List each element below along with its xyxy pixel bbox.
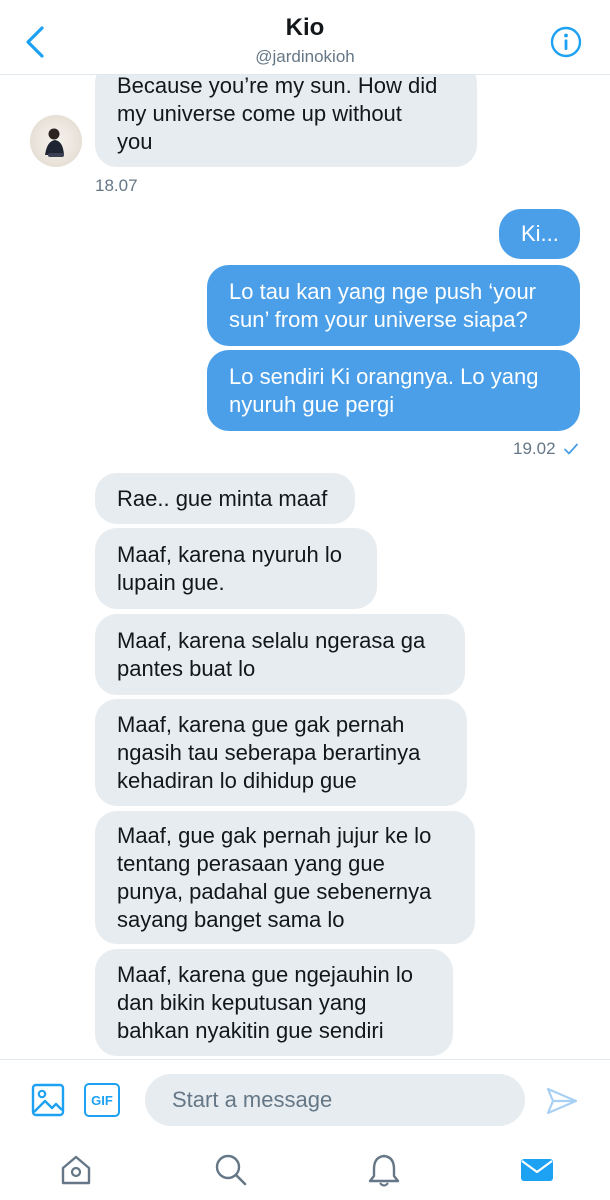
received-message[interactable]: Maaf, karena selalu ngerasa ga pantes bu… [95,614,465,695]
received-message[interactable]: Maaf, karena nyuruh lo lupain gue. [95,528,377,609]
sent-message[interactable]: Lo tau kan yang nge push ‘your sun’ from… [207,265,580,346]
gif-icon: GIF [91,1092,113,1108]
messages-mail-icon [521,1159,553,1181]
sent-message[interactable]: Lo sendiri Ki orangnya. Lo yang nyuruh g… [207,350,580,431]
message-thread[interactable]: Because you’re my sun. How did my univer… [0,75,610,1059]
add-photo-button[interactable] [30,1082,66,1118]
tab-notifications[interactable] [366,1152,402,1188]
sent-message[interactable]: Ki... [499,209,580,259]
avatar[interactable] [30,115,82,167]
send-button[interactable] [545,1086,579,1116]
received-message[interactable]: Maaf, gue gak pernah jujur ke lo tentang… [95,811,475,944]
bottom-tab-bar [0,1140,610,1200]
message-timestamp: 18.07 [95,176,138,195]
home-icon [61,1155,91,1185]
message-input[interactable]: Start a message [145,1074,525,1126]
tab-home[interactable] [58,1152,94,1188]
notifications-bell-icon [368,1154,400,1187]
conversation-header: Kio @jardinokioh [0,0,610,75]
conversation-handle: @jardinokioh [255,47,355,66]
tab-search[interactable] [213,1152,249,1188]
info-circle-icon [550,26,582,58]
tab-messages[interactable] [519,1152,555,1188]
conversation-title: Kio [285,14,325,41]
search-icon [215,1154,247,1186]
avatar-photo [45,128,64,157]
message-timestamp: 19.02 [513,439,556,458]
check-icon [564,443,578,455]
received-message[interactable]: Maaf, karena gue gak pernah ngasih tau s… [95,699,467,806]
send-icon [546,1087,578,1115]
image-icon [31,1083,65,1117]
message-composer: GIF Start a message [0,1059,610,1140]
received-message[interactable]: Rae.. gue minta maaf [95,473,355,524]
received-message[interactable]: Because you’re my sun. How did my univer… [95,75,477,167]
info-button[interactable] [550,26,582,58]
message-input-placeholder: Start a message [172,1087,333,1112]
gif-button[interactable]: GIF [84,1083,120,1117]
received-message[interactable]: Maaf, karena gue ngejauhin lo dan bikin … [95,949,453,1056]
